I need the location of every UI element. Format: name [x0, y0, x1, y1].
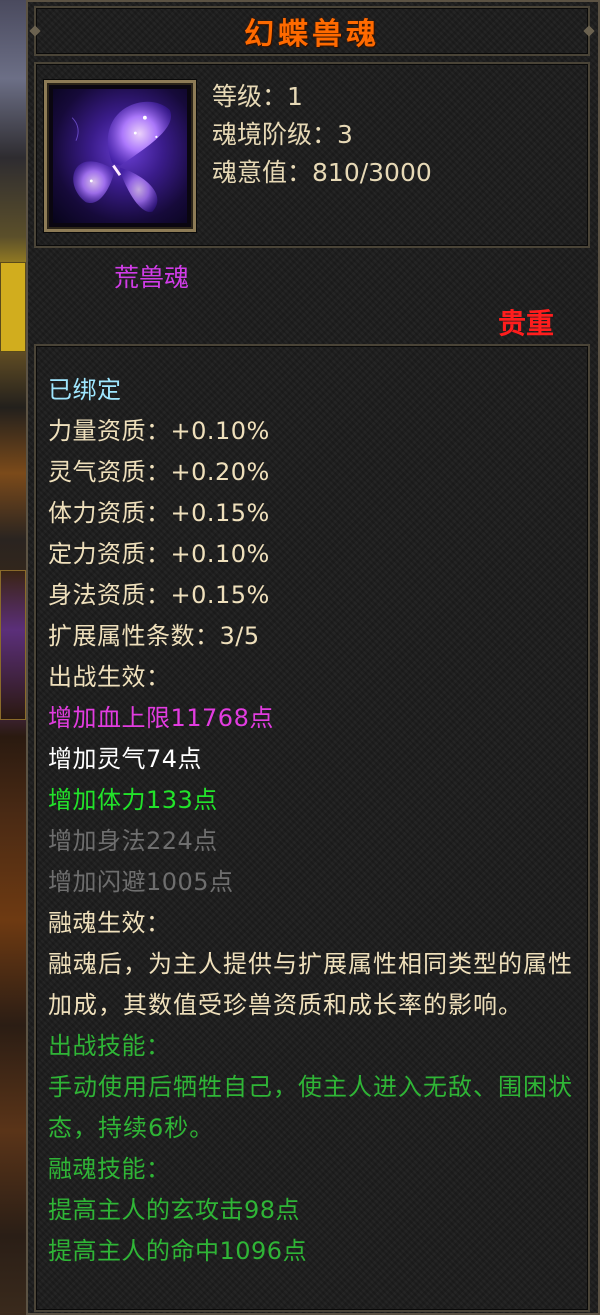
battle-effect-spirit: 增加灵气74点 [48, 745, 203, 773]
battle-effect-header: 出战生效： [48, 663, 171, 691]
grade-row: 荒兽魂 贵重 [28, 252, 598, 344]
background-item-slot [0, 570, 26, 720]
battle-skill-description: 手动使用后牺牲自己，使主人进入无敌、围困状态，持续6秒。 [48, 1073, 573, 1142]
battle-effect-dodge: 增加闪避1005点 [48, 868, 234, 896]
game-background [0, 0, 28, 1315]
aptitude-spirit: 灵气资质：+0.20% [48, 458, 270, 486]
extension-count: 扩展属性条数：3/5 [48, 622, 260, 650]
fusion-effect-header: 融魂生效： [48, 909, 171, 937]
fusion-skill-accuracy: 提高主人的命中1096点 [48, 1237, 308, 1265]
stat-soul-realm: 魂境阶级：3 [212, 120, 353, 149]
item-stats: 等级：1 魂境阶级：3 魂意值：810/3000 [212, 78, 432, 192]
title-bar: 幻蝶兽魂 [29, 6, 595, 56]
soul-type-label: 荒兽魂 [114, 263, 190, 292]
aptitude-focus: 定力资质：+0.10% [48, 540, 270, 568]
bound-status: 已绑定 [48, 376, 122, 404]
battle-effect-agility: 增加身法224点 [48, 827, 218, 855]
ornament-icon [29, 25, 41, 37]
fusion-effect-description: 融魂后，为主人提供与扩展属性相同类型的属性加成，其数值受珍兽资质和成长率的影响。 [48, 950, 573, 1019]
battle-effect-stamina: 增加体力133点 [48, 786, 218, 814]
battle-effect-hp: 增加血上限11768点 [48, 704, 274, 732]
item-title: 幻蝶兽魂 [244, 17, 380, 52]
background-panel [0, 262, 26, 352]
battle-skill-header: 出战技能： [48, 1032, 171, 1060]
stat-soul-value: 魂意值：810/3000 [212, 158, 432, 187]
aptitude-strength: 力量资质：+0.10% [48, 417, 270, 445]
rarity-label: 贵重 [497, 307, 554, 340]
aptitude-agility: 身法资质：+0.15% [48, 581, 270, 609]
ornament-icon [583, 25, 595, 37]
fusion-skill-magic-attack: 提高主人的玄攻击98点 [48, 1196, 301, 1224]
item-icon-frame [44, 80, 196, 232]
aptitude-stamina: 体力资质：+0.15% [48, 499, 270, 527]
purple-butterfly-icon [53, 89, 187, 223]
item-info-box: 等级：1 魂境阶级：3 魂意值：810/3000 [34, 62, 590, 248]
stat-level: 等级：1 [212, 82, 303, 111]
item-tooltip: 幻蝶兽魂 等级：1 魂境阶级：3 魂意值：810/3000 荒兽魂 贵重 已绑定… [26, 0, 600, 1315]
item-details: 已绑定 力量资质：+0.10% 灵气资质：+0.20% 体力资质：+0.15% … [34, 344, 590, 1312]
fusion-skill-header: 融魂技能： [48, 1155, 171, 1183]
